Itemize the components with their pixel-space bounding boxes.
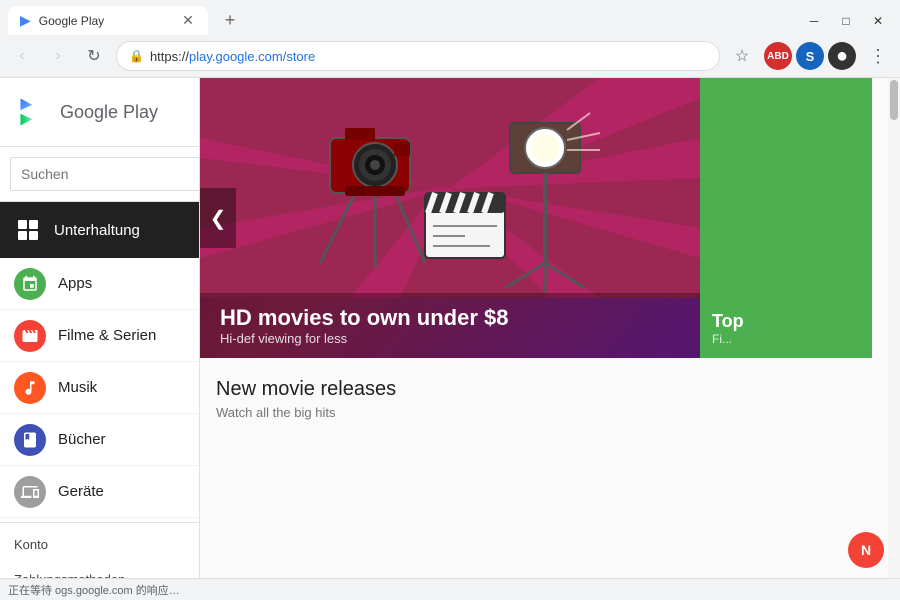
music-icon bbox=[14, 372, 46, 404]
ext3-icon[interactable]: ● bbox=[828, 42, 856, 70]
sidebar: Google Play 🔍 Unterhaltung bbox=[0, 78, 200, 598]
sidebar-item-devices[interactable]: Geräte bbox=[0, 466, 199, 518]
new-movie-releases-section: New movie releases Watch all the big hit… bbox=[200, 358, 888, 430]
banner-slide2-sub: Fi... bbox=[712, 332, 732, 346]
banner-prev-button[interactable]: ❮ bbox=[200, 188, 236, 248]
google-play-logo-icon bbox=[16, 94, 52, 130]
search-area: 🔍 bbox=[0, 147, 199, 202]
url-text: https://play.google.com/store bbox=[150, 49, 315, 64]
sidebar-item-movies[interactable]: Filme & Serien bbox=[0, 310, 199, 362]
search-input[interactable] bbox=[10, 157, 200, 191]
devices-icon bbox=[14, 476, 46, 508]
maximize-button[interactable]: □ bbox=[832, 7, 860, 35]
banner-slide-2: Top Fi... bbox=[700, 78, 872, 358]
ssl-lock-icon: 🔒 bbox=[129, 49, 144, 63]
refresh-button[interactable]: ↻ bbox=[80, 42, 108, 70]
banner-slide-1: HD movies to own under $8 Hi-def viewing… bbox=[200, 78, 700, 358]
banner-background: HD movies to own under $8 Hi-def viewing… bbox=[200, 78, 700, 358]
section-subtitle: Watch all the big hits bbox=[216, 405, 872, 420]
bookmark-button[interactable]: ☆ bbox=[728, 42, 756, 70]
sidebar-item-apps-label: Apps bbox=[58, 275, 92, 292]
sidebar-item-devices-label: Geräte bbox=[58, 483, 104, 500]
google-play-title: Google Play bbox=[60, 102, 158, 123]
sidebar-nav: Unterhaltung Apps Filme & Serien bbox=[0, 202, 199, 598]
new-tab-button[interactable]: + bbox=[216, 7, 244, 35]
tab-title: Google Play bbox=[39, 14, 172, 28]
banner-slide2-title: Top bbox=[712, 311, 744, 332]
banner-title: HD movies to own under $8 bbox=[220, 305, 680, 331]
sidebar-item-music[interactable]: Musik bbox=[0, 362, 199, 414]
google-play-logo-area: Google Play bbox=[0, 78, 199, 147]
ext1-icon[interactable]: ABD bbox=[764, 42, 792, 70]
status-text: 正在等待 ogs.google.com 的响应… bbox=[8, 582, 180, 598]
sidebar-item-movies-label: Filme & Serien bbox=[58, 327, 156, 344]
ext2-icon[interactable]: S bbox=[796, 42, 824, 70]
nav-divider bbox=[0, 522, 199, 523]
tab-close-button[interactable]: ✕ bbox=[180, 13, 196, 29]
tab-favicon: ▶ bbox=[20, 12, 31, 29]
main-content: HD movies to own under $8 Hi-def viewing… bbox=[200, 78, 888, 598]
sidebar-item-books[interactable]: Bücher bbox=[0, 414, 199, 466]
banner-text-area: HD movies to own under $8 Hi-def viewing… bbox=[200, 293, 700, 358]
close-window-button[interactable]: ✕ bbox=[864, 7, 892, 35]
sidebar-section-label: Unterhaltung bbox=[54, 222, 140, 239]
sidebar-item-music-label: Musik bbox=[58, 379, 97, 396]
banner-slider: HD movies to own under $8 Hi-def viewing… bbox=[200, 78, 888, 358]
url-bar[interactable]: 🔒 https://play.google.com/store bbox=[116, 41, 720, 71]
unterhaltung-icon bbox=[14, 216, 42, 244]
window-controls: ─ □ ✕ bbox=[800, 7, 892, 35]
browser-menu-button[interactable]: ⋮ bbox=[864, 42, 892, 70]
section-title: New movie releases bbox=[216, 378, 872, 401]
banner-subtitle: Hi-def viewing for less bbox=[220, 331, 680, 346]
books-icon bbox=[14, 424, 46, 456]
sidebar-item-books-label: Bücher bbox=[58, 431, 106, 448]
apps-icon bbox=[14, 268, 46, 300]
movies-icon bbox=[14, 320, 46, 352]
address-bar: ‹ › ↻ 🔒 https://play.google.com/store ☆ … bbox=[0, 35, 900, 77]
forward-button[interactable]: › bbox=[44, 42, 72, 70]
title-bar: ▶ Google Play ✕ + ─ □ ✕ bbox=[0, 0, 900, 35]
sidebar-link-konto[interactable]: Konto bbox=[0, 527, 199, 562]
sidebar-section-header[interactable]: Unterhaltung bbox=[0, 202, 199, 258]
browser-tab[interactable]: ▶ Google Play ✕ bbox=[8, 6, 208, 35]
minimize-button[interactable]: ─ bbox=[800, 7, 828, 35]
sidebar-item-apps[interactable]: Apps bbox=[0, 258, 199, 310]
scrollbar[interactable] bbox=[888, 78, 900, 598]
status-bar: 正在等待 ogs.google.com 的响应… bbox=[0, 578, 900, 600]
notification-button[interactable]: N bbox=[848, 532, 884, 568]
scroll-thumb[interactable] bbox=[890, 80, 898, 120]
back-button[interactable]: ‹ bbox=[8, 42, 36, 70]
extensions-area: ABD S ● bbox=[764, 42, 856, 70]
banner-illustration bbox=[200, 78, 700, 298]
